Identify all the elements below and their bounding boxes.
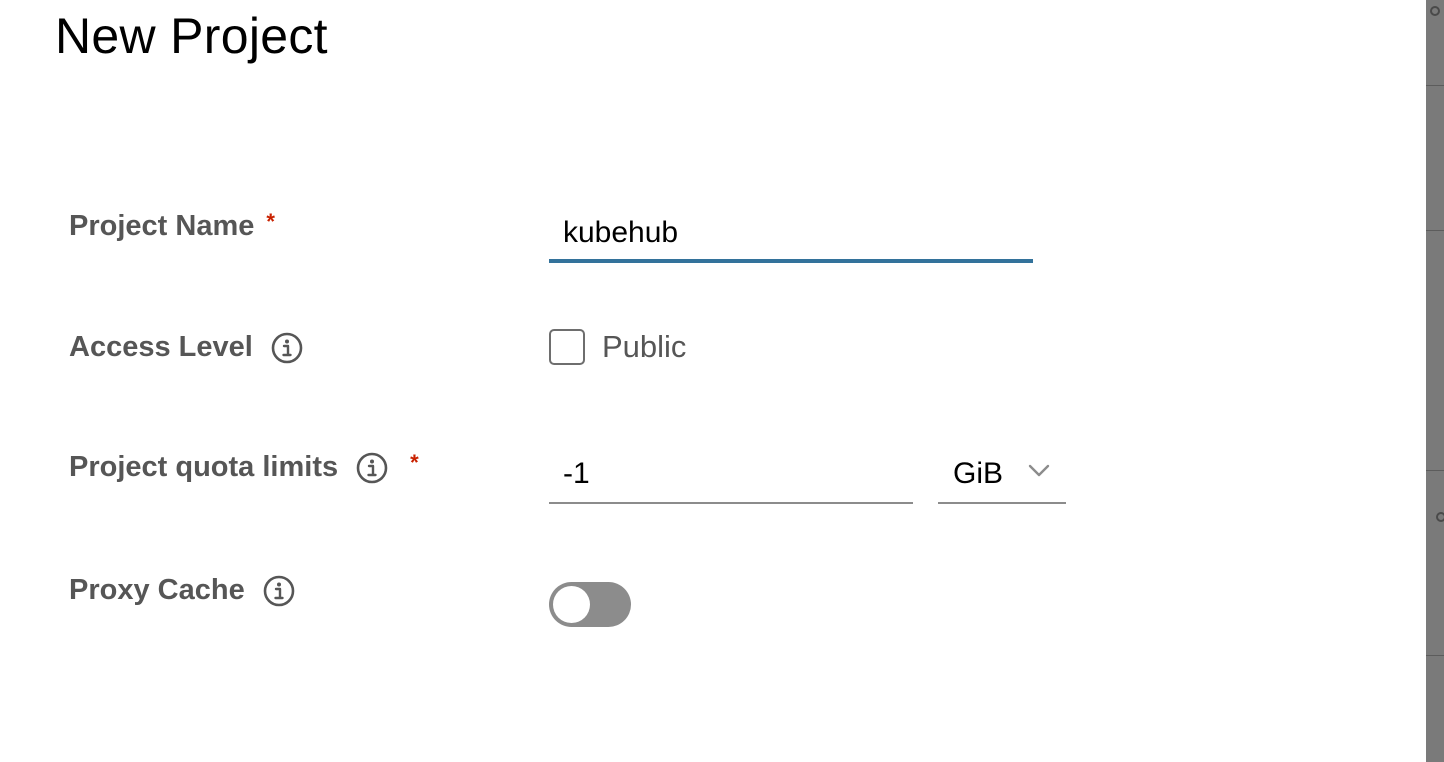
info-circle-icon[interactable] [263,575,295,607]
chevron-down-icon [1028,464,1050,477]
public-checkbox-label: Public [602,329,687,364]
info-circle-icon[interactable] [271,332,303,364]
backdrop-divider [1426,230,1444,231]
access-level-label: Access Level [69,331,303,364]
quota-unit-select[interactable]: GiB [938,446,1066,504]
backdrop-dot [1436,512,1444,522]
project-quota-label: Project quota limits * [69,449,419,484]
backdrop-edge [1426,0,1444,762]
backdrop-divider [1426,470,1444,471]
proxy-cache-label-text: Proxy Cache [69,574,245,606]
new-project-dialog: New Project Project Name * Access Level … [0,0,1426,762]
backdrop-dot [1430,6,1440,16]
backdrop-divider [1426,85,1444,86]
dialog-title: New Project [55,8,328,64]
checkbox-box[interactable] [549,329,585,365]
backdrop-divider [1426,655,1444,656]
project-name-input[interactable] [549,207,1033,263]
project-quota-label-text: Project quota limits [69,451,339,483]
quota-unit-value: GiB [953,457,1004,490]
proxy-cache-label: Proxy Cache [69,574,295,607]
project-name-label: Project Name * [69,208,275,243]
quota-value-input[interactable] [549,446,913,504]
info-circle-icon[interactable] [356,452,388,484]
public-checkbox[interactable]: Public [549,329,686,365]
required-mark: * [266,208,275,234]
toggle-knob [553,586,590,623]
access-level-label-text: Access Level [69,331,253,363]
required-mark: * [410,449,419,475]
proxy-cache-toggle[interactable] [549,582,631,627]
project-name-label-text: Project Name [69,210,255,242]
